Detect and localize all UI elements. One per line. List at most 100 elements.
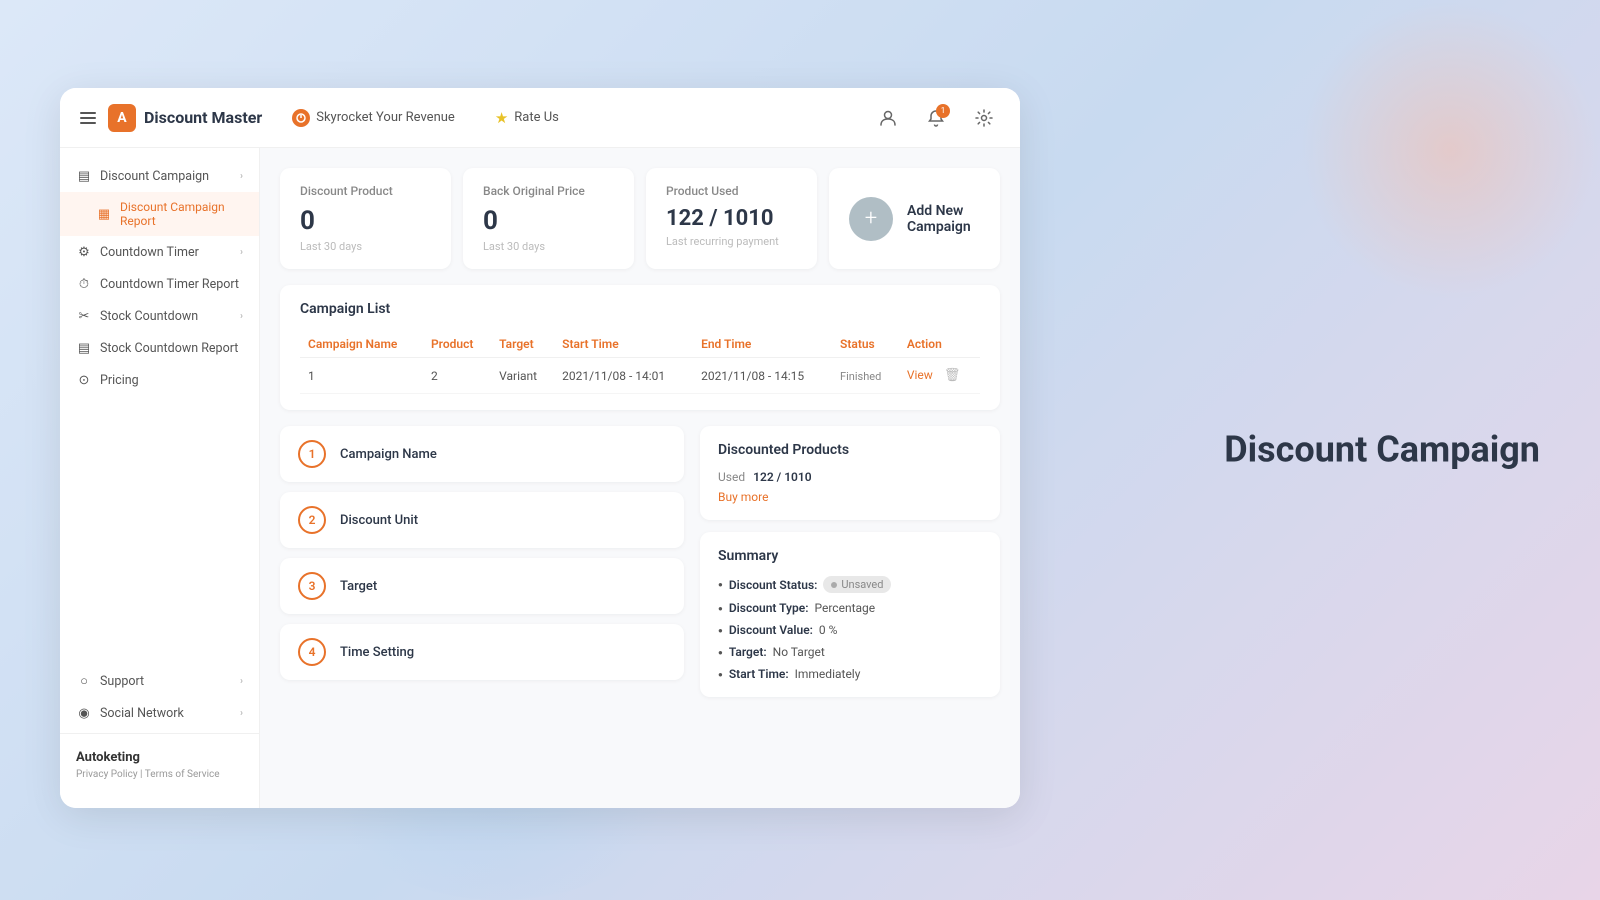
- table-header-row: Campaign Name Product Target Start Time …: [300, 331, 980, 358]
- sidebar-item-stock-countdown[interactable]: ✂ Stock Countdown ›: [60, 300, 259, 332]
- sidebar-item-social-network[interactable]: ◉ Social Network ›: [60, 697, 259, 729]
- stat-value-product-used: 122 / 1010: [666, 206, 797, 231]
- rate-us-nav-item[interactable]: ★ Rate Us: [485, 103, 569, 133]
- user-action-button[interactable]: [872, 102, 904, 134]
- sidebar-item-discount-campaign[interactable]: ▤ Discount Campaign ›: [60, 160, 259, 192]
- step-3-card[interactable]: 3 Target: [280, 558, 684, 614]
- step-2-card[interactable]: 2 Discount Unit: [280, 492, 684, 548]
- col-target: Target: [491, 331, 554, 358]
- summary-key-discount-status: Discount Status:: [729, 578, 818, 592]
- col-campaign-name: Campaign Name: [300, 331, 423, 358]
- form-steps-container: 1 Campaign Name 2 Discount Unit 3 Target…: [280, 426, 684, 697]
- hamburger-button[interactable]: [80, 112, 96, 124]
- sidebar-item-label-social-network: Social Network: [100, 706, 184, 721]
- campaign-list-title: Campaign List: [300, 301, 980, 317]
- settings-button[interactable]: [968, 102, 1000, 134]
- summary-panel: Summary Discount Status: Unsaved Discou: [700, 532, 1000, 697]
- view-campaign-link[interactable]: View: [907, 368, 933, 382]
- sidebar-footer: Autoketing Privacy Policy | Terms of Ser…: [60, 733, 259, 796]
- star-icon: ★: [495, 109, 508, 127]
- privacy-policy-link[interactable]: Privacy Policy: [76, 769, 138, 780]
- top-navbar: A Discount Master Skyrocket Your Revenue…: [60, 88, 1020, 148]
- sidebar-brand-name: Autoketing: [76, 750, 243, 765]
- summary-key-target: Target:: [729, 645, 767, 659]
- sidebar-item-label-pricing: Pricing: [100, 373, 139, 388]
- app-name-label: Discount Master: [144, 108, 262, 127]
- buy-more-link[interactable]: Buy more: [718, 490, 982, 504]
- step-4-card[interactable]: 4 Time Setting: [280, 624, 684, 680]
- sidebar-item-discount-campaign-report[interactable]: ▦ Discount Campaign Report: [60, 192, 259, 236]
- notification-button[interactable]: 1: [920, 102, 952, 134]
- sidebar-item-label-discount-campaign: Discount Campaign: [100, 169, 209, 184]
- row-start-time: 2021/11/08 - 14:01: [554, 358, 693, 394]
- step-2-number: 2: [298, 506, 326, 534]
- step-1-label: Campaign Name: [340, 447, 437, 462]
- stat-sublabel-discount-product: Last 30 days: [300, 240, 431, 253]
- summary-list: Discount Status: Unsaved Discount Type: …: [718, 576, 982, 681]
- rate-us-label: Rate Us: [514, 110, 559, 125]
- sidebar-item-label-countdown-timer-report: Countdown Timer Report: [100, 277, 239, 292]
- navbar-actions: 1: [872, 102, 1000, 134]
- summary-item-discount-status: Discount Status: Unsaved: [718, 576, 982, 593]
- stat-sublabel-product-used: Last recurring payment: [666, 235, 797, 248]
- main-app-container: A Discount Master Skyrocket Your Revenue…: [60, 88, 1020, 808]
- summary-item-start-time: Start Time: Immediately: [718, 667, 982, 681]
- skyrocket-icon: [292, 109, 310, 127]
- step-3-number: 3: [298, 572, 326, 600]
- stock-countdown-icon: ✂: [76, 308, 92, 324]
- discounted-products-panel: Discounted Products Used 122 / 1010 Buy …: [700, 426, 1000, 520]
- new-campaign-row: 1 Campaign Name 2 Discount Unit 3 Target…: [280, 426, 1000, 697]
- discounted-products-title: Discounted Products: [718, 442, 982, 458]
- status-badge-finished: Finished: [840, 370, 881, 383]
- sidebar-item-countdown-timer-report[interactable]: ⏱ Countdown Timer Report: [60, 268, 259, 300]
- summary-title: Summary: [718, 548, 982, 564]
- chevron-right-icon-2: ›: [240, 247, 243, 258]
- link-separator: |: [140, 769, 142, 780]
- used-value: 122 / 1010: [753, 470, 812, 484]
- stat-value-discount-product: 0: [300, 206, 431, 236]
- discounted-products-stat-row: Used 122 / 1010: [718, 470, 982, 484]
- col-status: Status: [832, 331, 899, 358]
- discount-campaign-icon: ▤: [76, 168, 92, 184]
- unsaved-label: Unsaved: [841, 578, 883, 591]
- step-2-label: Discount Unit: [340, 513, 418, 528]
- sidebar-item-label-discount-campaign-report: Discount Campaign Report: [120, 200, 243, 228]
- stat-label-back-original: Back Original Price: [483, 184, 614, 198]
- sidebar-item-stock-countdown-report[interactable]: ▤ Stock Countdown Report: [60, 332, 259, 364]
- skyrocket-label: Skyrocket Your Revenue: [316, 110, 455, 125]
- sidebar-item-support[interactable]: ○ Support ›: [60, 665, 259, 697]
- skyrocket-nav-item[interactable]: Skyrocket Your Revenue: [282, 103, 465, 133]
- delete-campaign-button[interactable]: 🗑: [944, 368, 961, 383]
- step-4-label: Time Setting: [340, 645, 414, 660]
- row-product: 2: [423, 358, 491, 394]
- sidebar-item-label-countdown-timer: Countdown Timer: [100, 245, 199, 260]
- sidebar-item-countdown-timer[interactable]: ⚙ Countdown Timer ›: [60, 236, 259, 268]
- campaign-table: Campaign Name Product Target Start Time …: [300, 331, 980, 394]
- summary-value-start-time: Immediately: [795, 667, 861, 681]
- bg-decoration-top: [1300, 0, 1600, 300]
- stat-label-discount-product: Discount Product: [300, 184, 431, 198]
- countdown-timer-report-icon: ⏱: [76, 276, 92, 292]
- terms-of-service-link[interactable]: Terms of Service: [145, 769, 220, 780]
- step-1-card[interactable]: 1 Campaign Name: [280, 426, 684, 482]
- support-icon: ○: [76, 673, 92, 689]
- summary-key-start-time: Start Time:: [729, 667, 789, 681]
- summary-key-discount-type: Discount Type:: [729, 601, 809, 615]
- add-new-campaign-button[interactable]: + Add New Campaign: [829, 168, 1000, 269]
- row-campaign-name: 1: [300, 358, 423, 394]
- sidebar-main-group: ▤ Discount Campaign › ▦ Discount Campaig…: [60, 160, 259, 396]
- summary-value-target: No Target: [773, 645, 825, 659]
- row-status: Finished: [832, 358, 899, 394]
- col-start-time: Start Time: [554, 331, 693, 358]
- page-hero-title: Discount Campaign: [1224, 427, 1540, 474]
- logo-icon: A: [108, 104, 136, 132]
- app-logo: A Discount Master: [108, 104, 262, 132]
- add-campaign-plus-icon: +: [849, 197, 893, 241]
- sidebar-bottom-group: ○ Support › ◉ Social Network ›: [60, 665, 259, 729]
- row-end-time: 2021/11/08 - 14:15: [693, 358, 832, 394]
- summary-item-discount-type: Discount Type: Percentage: [718, 601, 982, 615]
- chevron-right-icon-social: ›: [240, 708, 243, 719]
- sidebar-item-pricing[interactable]: ⊙ Pricing: [60, 364, 259, 396]
- stats-row: Discount Product 0 Last 30 days Back Ori…: [280, 168, 1000, 269]
- right-panels: Discounted Products Used 122 / 1010 Buy …: [700, 426, 1000, 697]
